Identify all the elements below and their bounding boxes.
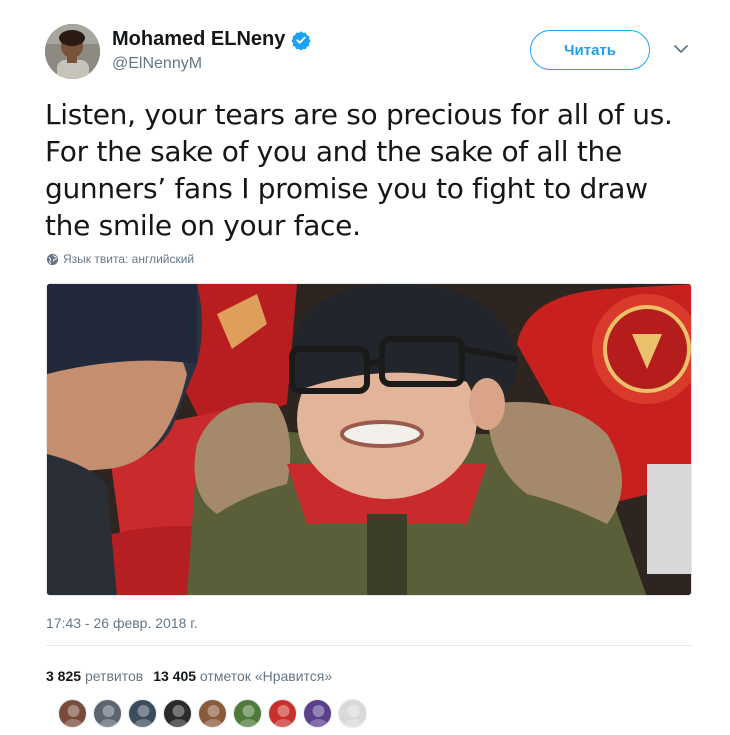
- chevron-down-icon[interactable]: [672, 40, 690, 58]
- language-note[interactable]: Язык твита: английский: [63, 252, 194, 266]
- liker-avatar[interactable]: [93, 699, 122, 728]
- tweet-header: Mohamed ELNeny @ElNennyM Читать: [45, 24, 695, 84]
- retweets-count: 3 825: [46, 668, 82, 684]
- avatar[interactable]: [45, 24, 100, 79]
- tweet-stats: 3 825 ретвитов 13 405 отметок «Нравится»: [46, 668, 332, 684]
- liker-avatar[interactable]: [163, 699, 192, 728]
- tweet-timestamp[interactable]: 17:43 - 26 февр. 2018 г.: [46, 615, 198, 631]
- avatar-photo-icon: [45, 24, 100, 79]
- author-name[interactable]: Mohamed ELNeny: [112, 28, 285, 51]
- photo-crying-boy-icon: [47, 284, 691, 595]
- likes-label: отметок «Нравится»: [199, 668, 333, 684]
- liker-avatar[interactable]: [303, 699, 332, 728]
- tweet-language: Язык твита: английский: [46, 252, 194, 266]
- tweet-text-line: gunners’ fans I promise you to fight to …: [45, 172, 648, 205]
- retweets-label: ретвитов: [84, 668, 144, 684]
- liker-avatar[interactable]: [58, 699, 87, 728]
- liker-avatar[interactable]: [268, 699, 297, 728]
- liker-avatar[interactable]: [128, 699, 157, 728]
- retweets-stat[interactable]: 3 825 ретвитов: [46, 668, 143, 684]
- tweet-text-line: For the sake of you and the sake of all …: [45, 135, 622, 168]
- verified-badge-icon: [291, 30, 312, 50]
- liker-avatar[interactable]: [233, 699, 262, 728]
- tweet-text-line: the smile on your face.: [45, 209, 361, 242]
- tweet-text-line: Listen, your tears are so precious for a…: [45, 98, 673, 131]
- likes-stat[interactable]: 13 405 отметок «Нравится»: [153, 668, 332, 684]
- author-names: Mohamed ELNeny @ElNennyM: [112, 28, 312, 73]
- divider: [46, 645, 692, 646]
- likes-count: 13 405: [153, 668, 197, 684]
- author-handle[interactable]: @ElNennyM: [112, 55, 311, 73]
- liker-avatar[interactable]: [338, 699, 367, 728]
- tweet-media-photo[interactable]: [46, 283, 692, 596]
- tweet-text: Listen, your tears are so precious for a…: [45, 96, 705, 244]
- follow-button[interactable]: Читать: [530, 30, 650, 70]
- liker-avatar[interactable]: [198, 699, 227, 728]
- globe-icon: [46, 253, 59, 265]
- liker-avatars: [58, 699, 367, 728]
